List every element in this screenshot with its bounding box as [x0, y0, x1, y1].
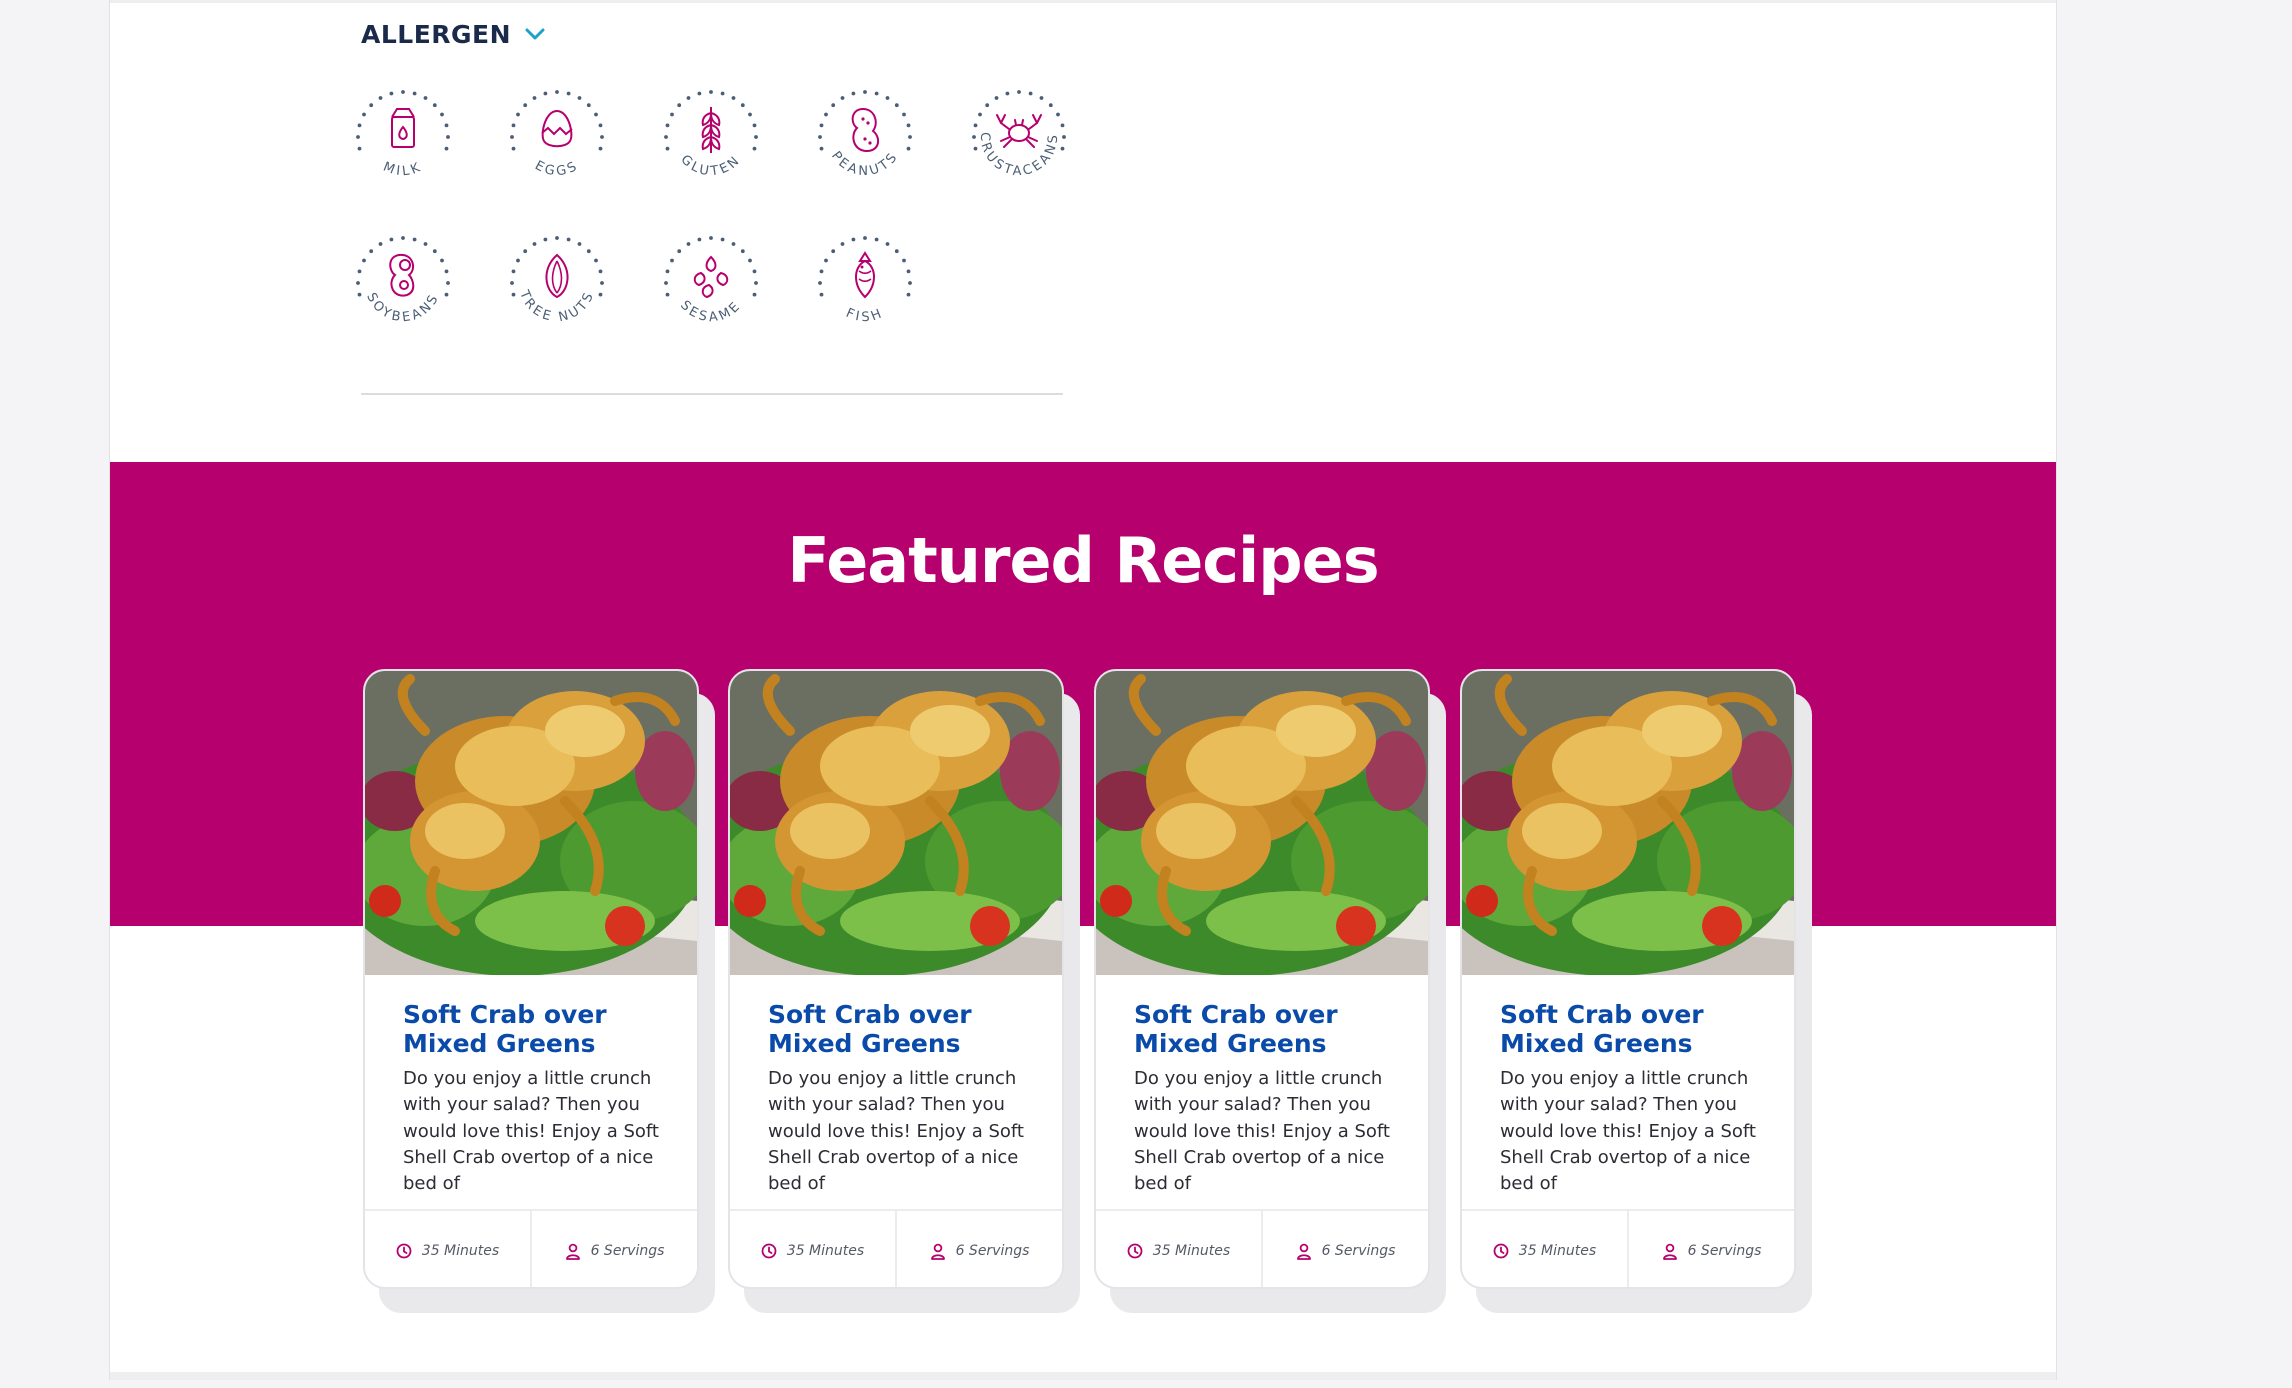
- recipe-time: 35 Minutes: [730, 1211, 895, 1287]
- person-icon: [1296, 1243, 1311, 1260]
- servings-label: 6 Servings: [590, 1243, 665, 1259]
- sesame-icon: SESAME: [664, 236, 758, 325]
- person-icon: [1662, 1243, 1677, 1260]
- section-divider: [361, 393, 1063, 395]
- allergen-sesame[interactable]: SESAMESESAME: [655, 227, 767, 339]
- time-label: 35 Minutes: [1518, 1243, 1597, 1259]
- card-footer: 35 Minutes 6 Servings: [730, 1209, 1062, 1287]
- recipe-description: Do you enjoy a little crunch with your s…: [1134, 1068, 1390, 1195]
- clock-icon: [1493, 1243, 1509, 1259]
- chevron-down-icon: [525, 27, 545, 41]
- svg-text:CRUSTACEANS: CRUSTACEANS: [977, 132, 1061, 179]
- crab-icon: CRUSTACEANS: [972, 90, 1066, 179]
- servings-label: 6 Servings: [955, 1243, 1030, 1259]
- allergen-milk[interactable]: MILKMILK: [347, 81, 459, 193]
- wheat-icon: GLUTEN: [664, 90, 758, 179]
- clock-icon: [1127, 1243, 1143, 1259]
- recipe-time: 35 Minutes: [1462, 1211, 1627, 1287]
- allergen-title: ALLERGEN: [361, 19, 512, 49]
- time-label: 35 Minutes: [786, 1243, 865, 1259]
- card-footer: 35 Minutes 6 Servings: [1462, 1209, 1794, 1287]
- allergen-filter-toggle[interactable]: ALLERGEN: [361, 14, 545, 54]
- page: ALLERGEN MILKMILK EGGSEGGS GLUTENGLUTEN PEA…: [109, 0, 2057, 1380]
- recipe-description: Do you enjoy a little crunch with your s…: [1500, 1068, 1756, 1195]
- svg-text:MILK: MILK: [381, 159, 425, 179]
- person-icon: [930, 1243, 945, 1260]
- recipe-image: [730, 671, 1062, 975]
- recipe-card-wrapper: Soft Crab over Mixed Greens Do you enjoy …: [728, 669, 1080, 1313]
- peanut-icon: PEANUTS: [818, 90, 912, 179]
- featured-title: Featured Recipes: [787, 524, 1379, 597]
- servings-label: 6 Servings: [1687, 1243, 1762, 1259]
- allergen-peanuts[interactable]: PEANUTSPEANUTS: [809, 81, 921, 193]
- recipe-description: Do you enjoy a little crunch with your s…: [403, 1068, 659, 1195]
- allergen-grid: MILKMILKEGGSEGGSGLUTENGLUTENPEANUTSPEANU…: [356, 90, 1121, 354]
- card-footer: 35 Minutes 6 Servings: [365, 1209, 697, 1287]
- recipe-title[interactable]: Soft Crab over Mixed Greens: [768, 1000, 1038, 1058]
- egg-icon: EGGS: [510, 90, 604, 179]
- card-body: Soft Crab over Mixed Greens Do you enjoy …: [1134, 1000, 1404, 1198]
- allergen-soybeans[interactable]: SOYBEANSSOYBEANS: [347, 227, 459, 339]
- recipe-card-wrapper: Soft Crab over Mixed Greens Do you enjoy …: [363, 669, 715, 1313]
- card-body: Soft Crab over Mixed Greens Do you enjoy …: [403, 1000, 673, 1198]
- recipe-image: [1462, 671, 1794, 975]
- recipe-time: 35 Minutes: [365, 1211, 530, 1287]
- servings-label: 6 Servings: [1321, 1243, 1396, 1259]
- svg-text:EGGS: EGGS: [532, 158, 582, 179]
- recipe-card-wrapper: Soft Crab over Mixed Greens Do you enjoy …: [1094, 669, 1446, 1313]
- clock-icon: [396, 1243, 412, 1259]
- card-body: Soft Crab over Mixed Greens Do you enjoy …: [1500, 1000, 1770, 1198]
- allergen-tree-nuts[interactable]: TREE NUTSTREE NUTS: [501, 227, 613, 339]
- svg-text:FISH: FISH: [844, 306, 887, 326]
- allergen-eggs[interactable]: EGGSEGGS: [501, 81, 613, 193]
- clock-icon: [761, 1243, 777, 1259]
- card-body: Soft Crab over Mixed Greens Do you enjoy …: [768, 1000, 1038, 1198]
- recipe-card-wrapper: Soft Crab over Mixed Greens Do you enjoy …: [1460, 669, 1812, 1313]
- recipe-servings: 6 Servings: [895, 1211, 1062, 1287]
- card-footer: 35 Minutes 6 Servings: [1096, 1209, 1428, 1287]
- recipe-title[interactable]: Soft Crab over Mixed Greens: [1500, 1000, 1770, 1058]
- recipe-servings: 6 Servings: [1261, 1211, 1428, 1287]
- recipe-card[interactable]: Soft Crab over Mixed Greens Do you enjoy …: [728, 669, 1064, 1289]
- recipe-card[interactable]: Soft Crab over Mixed Greens Do you enjoy …: [1460, 669, 1796, 1289]
- allergen-gluten[interactable]: GLUTENGLUTEN: [655, 81, 767, 193]
- recipe-servings: 6 Servings: [530, 1211, 697, 1287]
- recipe-image: [365, 671, 697, 975]
- almond-icon: TREE NUTS: [510, 236, 604, 325]
- recipe-time: 35 Minutes: [1096, 1211, 1261, 1287]
- recipe-title[interactable]: Soft Crab over Mixed Greens: [1134, 1000, 1404, 1058]
- fish-icon: FISH: [818, 236, 912, 326]
- recipe-servings: 6 Servings: [1627, 1211, 1794, 1287]
- soybean-icon: SOYBEANS: [356, 236, 450, 325]
- milk-icon: MILK: [356, 90, 450, 179]
- bottom-divider: [110, 1372, 2056, 1380]
- svg-text:PEANUTS: PEANUTS: [828, 149, 902, 179]
- allergen-crustaceans[interactable]: CRUSTACEANSCRUSTACEANS: [963, 81, 1075, 193]
- time-label: 35 Minutes: [421, 1243, 500, 1259]
- svg-text:SESAME: SESAME: [677, 298, 745, 325]
- svg-text:GLUTEN: GLUTEN: [678, 152, 745, 179]
- recipe-description: Do you enjoy a little crunch with your s…: [768, 1068, 1024, 1195]
- recipe-card[interactable]: Soft Crab over Mixed Greens Do you enjoy …: [1094, 669, 1430, 1289]
- time-label: 35 Minutes: [1152, 1243, 1231, 1259]
- person-icon: [565, 1243, 580, 1260]
- top-divider: [110, 0, 2056, 3]
- recipe-card[interactable]: Soft Crab over Mixed Greens Do you enjoy …: [363, 669, 699, 1289]
- recipe-image: [1096, 671, 1428, 975]
- recipe-title[interactable]: Soft Crab over Mixed Greens: [403, 1000, 673, 1058]
- allergen-fish[interactable]: FISHFISH: [809, 227, 921, 339]
